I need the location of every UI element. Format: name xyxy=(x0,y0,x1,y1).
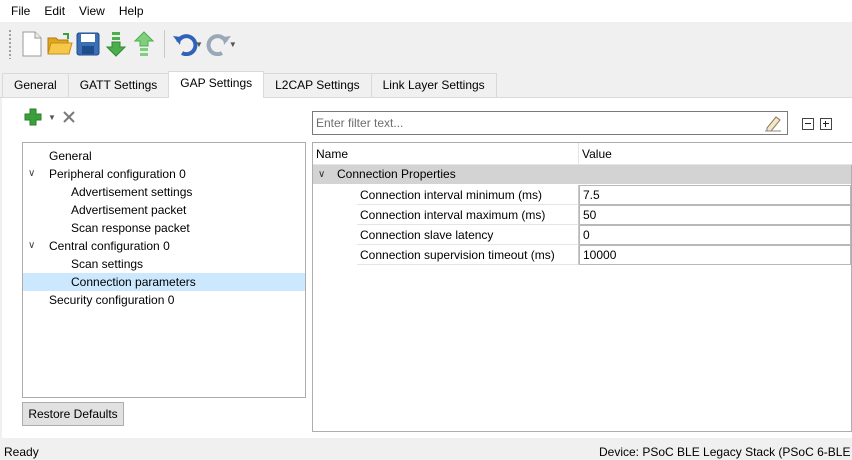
toolbar: ▼ ▼ xyxy=(0,22,852,66)
property-value-field[interactable]: 50 xyxy=(579,205,851,225)
chevron-down-icon[interactable]: ∨ xyxy=(318,165,325,184)
tree-toolbar: ▼ xyxy=(24,108,76,126)
tree-item[interactable]: Connection parameters xyxy=(23,273,305,291)
chevron-down-icon[interactable]: ∨ xyxy=(28,165,35,183)
tree-item-label: Peripheral configuration 0 xyxy=(49,167,186,181)
property-row: Connection supervision timeout (ms) 10000 xyxy=(357,245,851,265)
import-arrow-icon xyxy=(106,32,126,57)
add-dropdown-icon[interactable]: ▼ xyxy=(48,113,56,122)
tree-item-label: Security configuration 0 xyxy=(49,293,175,307)
column-header-value[interactable]: Value xyxy=(579,143,612,165)
tree-item[interactable]: Advertisement packet xyxy=(23,201,305,219)
tree-item[interactable]: Scan settings xyxy=(23,255,305,273)
save-icon xyxy=(76,32,100,56)
delete-icon[interactable] xyxy=(62,110,76,124)
tab-general[interactable]: General xyxy=(2,73,69,97)
configuration-tree[interactable]: General ∨ Peripheral configuration 0 Advert… xyxy=(22,142,306,398)
new-file-button[interactable] xyxy=(18,28,46,60)
property-value-field[interactable]: 10000 xyxy=(579,245,851,265)
group-label: Connection Properties xyxy=(337,167,456,181)
property-name: Connection slave latency xyxy=(357,225,579,245)
tab-bar: General GATT Settings GAP Settings L2CAP… xyxy=(0,71,852,98)
tab-gatt-settings[interactable]: GATT Settings xyxy=(67,73,170,97)
tab-link-layer-settings[interactable]: Link Layer Settings xyxy=(370,73,497,97)
status-bar: Ready Device: PSoC BLE Legacy Stack (PSo… xyxy=(0,440,852,460)
tree-item[interactable]: General xyxy=(23,147,305,165)
tree-item-label: Connection parameters xyxy=(71,275,196,289)
tree-item-label: Advertisement settings xyxy=(71,185,193,199)
device-status: Device: PSoC BLE Legacy Stack (PSoC 6-BL… xyxy=(599,445,851,459)
undo-icon xyxy=(173,34,198,56)
toolbar-separator xyxy=(164,30,165,58)
import-button[interactable] xyxy=(102,28,130,60)
tab-l2cap-settings[interactable]: L2CAP Settings xyxy=(263,73,372,97)
tree-item-label: Advertisement packet xyxy=(71,203,187,217)
clear-filter-icon[interactable] xyxy=(763,114,783,132)
property-row: Connection interval minimum (ms) 7.5 xyxy=(357,185,851,205)
status-text: Ready xyxy=(4,445,39,459)
tree-item[interactable]: Advertisement settings xyxy=(23,183,305,201)
export-button[interactable] xyxy=(130,28,158,60)
save-button[interactable] xyxy=(74,28,102,60)
tree-item[interactable]: ∨ Central configuration 0 xyxy=(23,237,305,255)
property-name: Connection interval minimum (ms) xyxy=(357,185,579,205)
undo-button[interactable] xyxy=(171,28,199,60)
property-name: Connection supervision timeout (ms) xyxy=(357,245,579,265)
filter-input[interactable] xyxy=(316,116,763,130)
grid-header: Name Value xyxy=(313,143,852,165)
tree-item[interactable]: ∨ Peripheral configuration 0 xyxy=(23,165,305,183)
collapse-all-icon[interactable] xyxy=(802,118,814,130)
filter-box xyxy=(312,111,788,135)
property-value-field[interactable]: 7.5 xyxy=(579,185,851,205)
new-file-icon xyxy=(22,31,42,57)
tree-item-label: Scan response packet xyxy=(71,221,190,235)
open-folder-icon xyxy=(47,33,73,55)
property-name: Connection interval maximum (ms) xyxy=(357,205,579,225)
property-grid: Name Value ∨ Connection Properties Conne… xyxy=(312,142,852,432)
property-row: Connection interval maximum (ms) 50 xyxy=(357,205,851,225)
restore-defaults-button[interactable]: Restore Defaults xyxy=(22,402,124,426)
property-value-field[interactable]: 0 xyxy=(579,225,851,245)
expand-all-icon[interactable] xyxy=(820,118,832,130)
chevron-down-icon[interactable]: ∨ xyxy=(28,237,35,255)
tree-item[interactable]: Security configuration 0 xyxy=(23,291,305,309)
property-row: Connection slave latency 0 xyxy=(357,225,851,245)
redo-icon xyxy=(206,34,231,56)
add-icon[interactable] xyxy=(24,108,42,126)
menu-file[interactable]: File xyxy=(4,0,37,22)
menu-bar: File Edit View Help xyxy=(0,0,852,22)
open-button[interactable] xyxy=(46,28,74,60)
export-arrow-icon xyxy=(134,31,154,56)
menu-view[interactable]: View xyxy=(72,0,112,22)
redo-button[interactable] xyxy=(205,28,233,60)
tree-item-label: General xyxy=(49,149,92,163)
tab-gap-settings[interactable]: GAP Settings xyxy=(168,71,265,98)
menu-help[interactable]: Help xyxy=(112,0,151,22)
toolbar-grip[interactable] xyxy=(8,29,12,59)
menu-edit[interactable]: Edit xyxy=(37,0,72,22)
tree-item-label: Scan settings xyxy=(71,257,144,271)
tree-item-label: Central configuration 0 xyxy=(49,239,170,253)
column-header-name[interactable]: Name xyxy=(313,143,579,165)
tree-item[interactable]: Scan response packet xyxy=(23,219,305,237)
group-row-connection-properties[interactable]: ∨ Connection Properties xyxy=(313,165,851,184)
